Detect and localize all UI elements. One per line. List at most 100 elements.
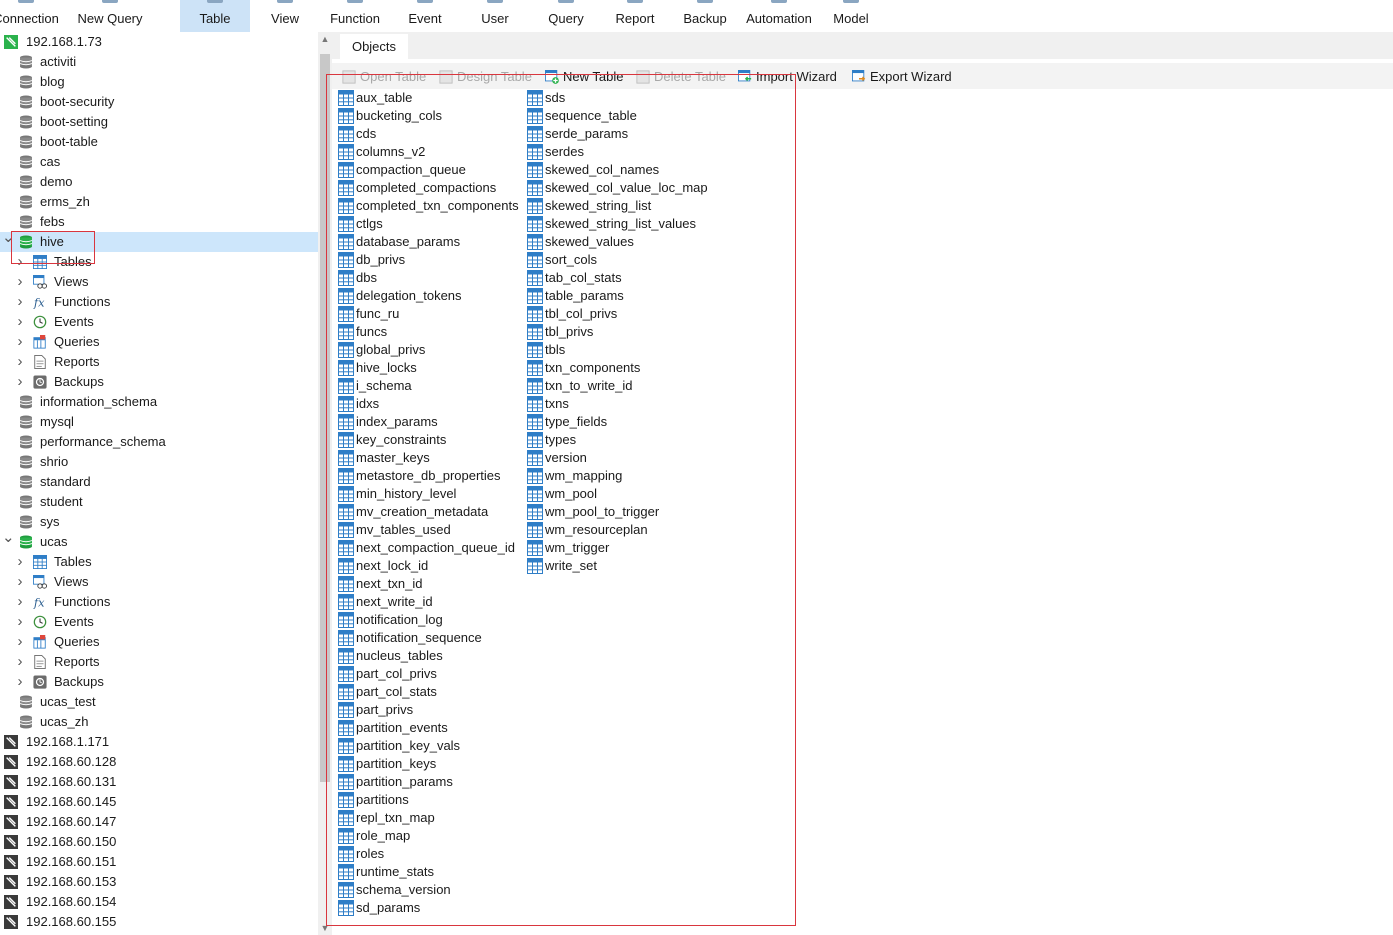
tree-db-erms_zh[interactable]: erms_zh: [0, 192, 318, 212]
table-icon: [527, 270, 543, 286]
tree-db-cas[interactable]: cas: [0, 152, 318, 172]
toolbar-new-query-button[interactable]: New Query: [68, 0, 152, 32]
tree-ucas-queries[interactable]: › Queries: [0, 632, 318, 652]
tree-db-hive[interactable]: ⌄ hive: [0, 229, 318, 252]
tree-db-boot-table[interactable]: boot-table: [0, 132, 318, 152]
tree-connection-192-168-60-151[interactable]: 192.168.60.151: [0, 852, 318, 872]
tree-db-activiti[interactable]: activiti: [0, 52, 318, 72]
table-name: types: [545, 432, 577, 447]
tree-hive-reports[interactable]: › Reports: [0, 352, 318, 372]
tree-connection-192-168-60-154[interactable]: 192.168.60.154: [0, 892, 318, 912]
table-icon: [338, 144, 354, 160]
table-name: index_params: [356, 414, 438, 429]
chevron-right-icon[interactable]: ›: [15, 652, 25, 672]
chevron-right-icon[interactable]: ›: [15, 632, 25, 652]
table-icon: [338, 810, 354, 826]
tree-connection-192-168-60-145[interactable]: 192.168.60.145: [0, 792, 318, 812]
scroll-up-arrow-icon[interactable]: ▲: [318, 34, 332, 44]
toolbar-backup-button[interactable]: Backup: [671, 0, 739, 32]
scrollbar-thumb[interactable]: [320, 54, 330, 782]
tree-hive-tables[interactable]: › Tables: [0, 252, 318, 272]
table-name: partition_key_vals: [356, 738, 461, 753]
chevron-right-icon[interactable]: ›: [15, 252, 25, 272]
tree-db-performance_schema[interactable]: performance_schema: [0, 432, 318, 452]
tree-db-student[interactable]: student: [0, 492, 318, 512]
toolbar-connection-button[interactable]: Connection: [0, 0, 64, 32]
tree-hive-backups[interactable]: › Backups: [0, 372, 318, 392]
tree-db-ucas_zh[interactable]: ucas_zh: [0, 712, 318, 732]
tree-connection-192-168-60-153[interactable]: 192.168.60.153: [0, 872, 318, 892]
toolbar-event-button[interactable]: Event: [393, 0, 457, 32]
chevron-right-icon[interactable]: ›: [15, 672, 25, 692]
chevron-right-icon[interactable]: ›: [15, 332, 25, 352]
toolbar-model-button[interactable]: Model: [820, 0, 882, 32]
tree-connection-192-168-60-155[interactable]: 192.168.60.155: [0, 912, 318, 932]
tree-db-mysql[interactable]: mysql: [0, 412, 318, 432]
tree-item-label: Backups: [54, 674, 104, 689]
tree-ucas-views[interactable]: › Views: [0, 572, 318, 592]
chevron-right-icon[interactable]: ›: [15, 272, 25, 292]
tree-ucas-events[interactable]: › Events: [0, 612, 318, 632]
chevron-right-icon[interactable]: ›: [15, 312, 25, 332]
table-name: metastore_db_properties: [356, 468, 501, 483]
table-name: txn_to_write_id: [545, 378, 633, 393]
tree-item-label: Functions: [54, 594, 111, 609]
tree-db-information_schema[interactable]: information_schema: [0, 392, 318, 412]
tree-db-demo[interactable]: demo: [0, 172, 318, 192]
tree-ucas-tables[interactable]: › Tables: [0, 552, 318, 572]
tree-connection-192-168-60-131[interactable]: 192.168.60.131: [0, 772, 318, 792]
tree-db-shrio[interactable]: shrio: [0, 452, 318, 472]
tree-connection-192-168-1-73[interactable]: 192.168.1.73: [0, 32, 318, 52]
tree-ucas-reports[interactable]: › Reports: [0, 652, 318, 672]
chevron-right-icon[interactable]: ›: [15, 592, 25, 612]
chevron-right-icon[interactable]: ›: [15, 292, 25, 312]
toolbar-table-button[interactable]: Table: [180, 0, 250, 32]
chevron-right-icon[interactable]: ›: [15, 352, 25, 372]
tree-ucas-functions[interactable]: › fx Functions: [0, 592, 318, 612]
table-icon: [527, 378, 543, 394]
tree-db-standard[interactable]: standard: [0, 472, 318, 492]
new-table-icon: [545, 70, 559, 84]
table-name: wm_pool_to_trigger: [545, 504, 660, 519]
tree-connection-192-168-60-128[interactable]: 192.168.60.128: [0, 752, 318, 772]
tree-db-febs[interactable]: febs: [0, 212, 318, 232]
chevron-down-icon[interactable]: ⌄: [2, 528, 15, 548]
toolbar-automation-button[interactable]: Automation: [740, 0, 818, 32]
tree-connection-192-168-1-171[interactable]: 192.168.1.171: [0, 732, 318, 752]
table-icon: [338, 900, 354, 916]
tree-hive-views[interactable]: › Views: [0, 272, 318, 292]
sidebar-scrollbar[interactable]: ▲ ▼: [318, 32, 332, 935]
database-icon: [19, 475, 33, 489]
table-name: runtime_stats: [356, 864, 435, 879]
tree-db-ucas_test[interactable]: ucas_test: [0, 692, 318, 712]
table-name: dbs: [356, 270, 377, 285]
function-icon: fx: [33, 295, 47, 309]
chevron-right-icon[interactable]: ›: [15, 552, 25, 572]
tree-db-sys[interactable]: sys: [0, 512, 318, 532]
tree-hive-queries[interactable]: › Queries: [0, 332, 318, 352]
table-name: part_col_stats: [356, 684, 437, 699]
toolbar-user-button[interactable]: User: [462, 0, 528, 32]
tree-connection-192-168-60-147[interactable]: 192.168.60.147: [0, 812, 318, 832]
chevron-right-icon[interactable]: ›: [15, 372, 25, 392]
chevron-down-icon[interactable]: ⌄: [2, 228, 15, 248]
toolbar-view-button[interactable]: View: [252, 0, 318, 32]
tree-db-ucas[interactable]: ⌄ ucas: [0, 529, 318, 552]
toolbar-report-button[interactable]: Report: [600, 0, 670, 32]
tree-item-label: Events: [54, 314, 94, 329]
scroll-down-arrow-icon[interactable]: ▼: [318, 923, 332, 933]
tree-db-boot-setting[interactable]: boot-setting: [0, 112, 318, 132]
chevron-right-icon[interactable]: ›: [15, 572, 25, 592]
toolbar-function-button[interactable]: Function: [322, 0, 388, 32]
tree-hive-events[interactable]: › Events: [0, 312, 318, 332]
toolbar-query-button[interactable]: Query: [530, 0, 602, 32]
tree-ucas-backups[interactable]: › Backups: [0, 672, 318, 692]
chevron-right-icon[interactable]: ›: [15, 612, 25, 632]
tree-db-boot-security[interactable]: boot-security: [0, 92, 318, 112]
tree-hive-functions[interactable]: › fx Functions: [0, 292, 318, 312]
tree-item-label: 192.168.60.131: [26, 774, 117, 789]
table-name: mv_creation_metadata: [356, 504, 489, 519]
tree-db-blog[interactable]: blog: [0, 72, 318, 92]
tree-connection-192-168-60-150[interactable]: 192.168.60.150: [0, 832, 318, 852]
tab-objects[interactable]: Objects: [340, 34, 408, 59]
